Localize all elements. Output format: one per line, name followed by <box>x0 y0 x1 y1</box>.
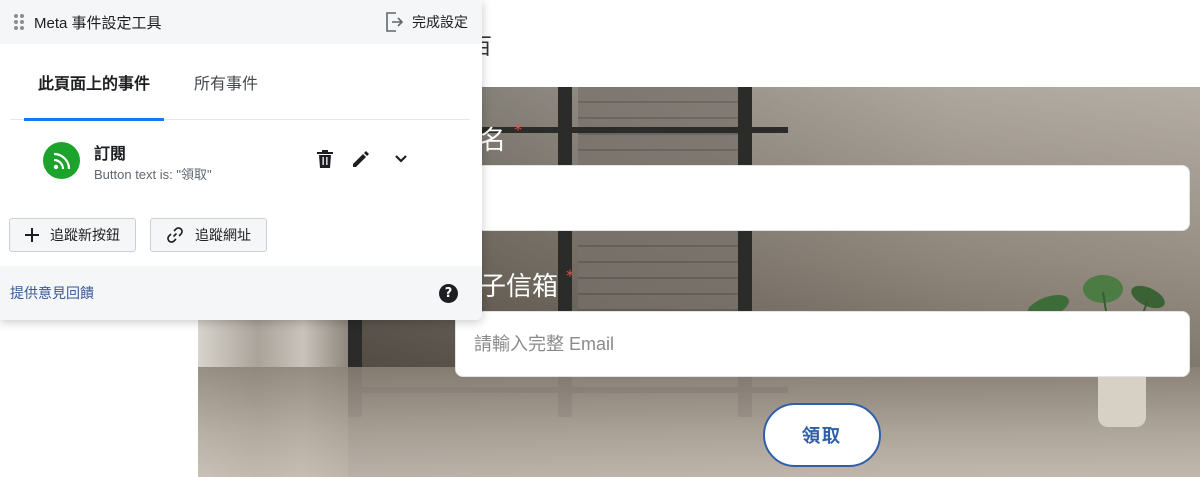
edit-pencil-icon[interactable] <box>350 148 372 170</box>
plant-pot <box>1098 377 1146 427</box>
rss-icon <box>43 142 80 179</box>
track-url-button[interactable]: 追蹤網址 <box>150 218 267 252</box>
required-mark: * <box>566 266 575 285</box>
exit-icon <box>386 12 404 32</box>
panel-header: Meta 事件設定工具 完成設定 <box>0 0 482 44</box>
link-icon <box>167 227 183 243</box>
name-input[interactable] <box>456 166 1189 230</box>
tab-all-events[interactable]: 所有事件 <box>194 44 258 120</box>
plus-icon <box>25 228 39 242</box>
submit-button[interactable]: 領取 <box>763 403 881 467</box>
panel-footer: 提供意見回饋 ? <box>0 266 482 320</box>
meta-event-setup-panel: Meta 事件設定工具 完成設定 此頁面上的事件 所有事件 訂閱 Button … <box>0 0 482 320</box>
email-input[interactable] <box>456 312 1189 376</box>
email-field[interactable] <box>455 311 1190 377</box>
finish-setup-label: 完成設定 <box>412 15 468 31</box>
name-field-label: 名 * <box>480 120 522 157</box>
name-label-text: 名 <box>480 126 507 156</box>
feedback-link[interactable]: 提供意見回饋 <box>10 283 94 303</box>
event-name: 訂閱 <box>94 144 127 163</box>
track-url-label: 追蹤網址 <box>195 228 251 244</box>
event-description: Button text is: "領取" <box>94 167 212 182</box>
event-list-item[interactable]: 訂閱 Button text is: "領取" <box>0 120 482 202</box>
tab-events-on-page[interactable]: 此頁面上的事件 <box>24 44 165 121</box>
event-tabs: 此頁面上的事件 所有事件 <box>10 44 470 121</box>
track-new-button[interactable]: 追蹤新按鈕 <box>9 218 136 252</box>
email-field-label: 子信箱 * <box>480 266 574 303</box>
finish-setup-button[interactable]: 完成設定 <box>384 11 468 33</box>
required-mark: * <box>514 120 523 139</box>
help-icon[interactable]: ? <box>439 283 458 303</box>
email-label-text: 子信箱 <box>480 272 559 302</box>
name-field[interactable] <box>455 165 1190 231</box>
drag-handle-icon[interactable] <box>14 14 24 30</box>
chevron-down-icon[interactable] <box>390 148 412 170</box>
track-buttons: 追蹤新按鈕 追蹤網址 <box>9 218 267 252</box>
trash-icon[interactable] <box>314 148 336 170</box>
panel-title: Meta 事件設定工具 <box>34 14 162 32</box>
track-new-button-label: 追蹤新按鈕 <box>50 228 120 244</box>
